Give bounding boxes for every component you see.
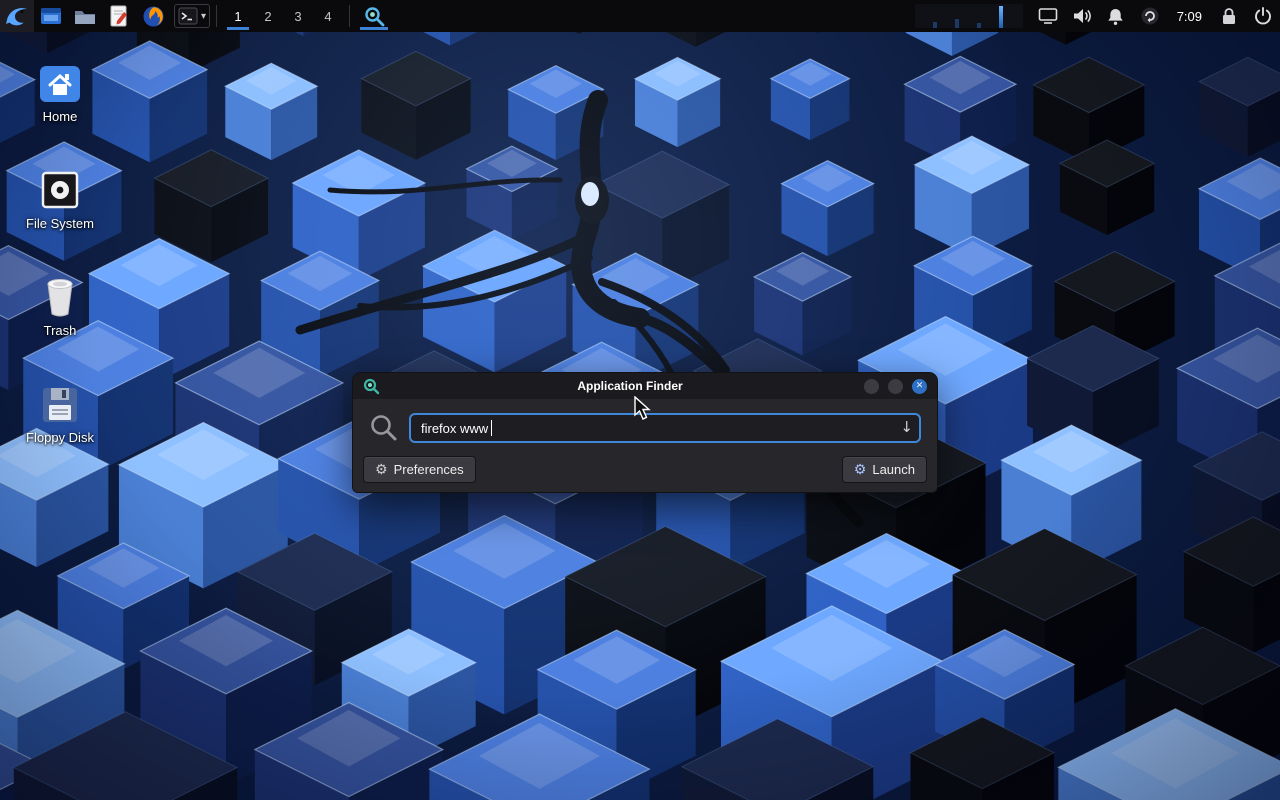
- launch-gear-icon: ⚙: [854, 463, 867, 477]
- window-title: Application Finder: [413, 379, 847, 393]
- desktop-icon-home[interactable]: Home: [8, 54, 112, 124]
- lock-icon: [1220, 6, 1238, 26]
- workspace-1[interactable]: 1: [223, 0, 253, 32]
- trash-icon: [8, 268, 112, 318]
- app-finder-window-icon: [363, 378, 380, 395]
- notifications-tray-icon[interactable]: [1099, 0, 1133, 32]
- mouse-cursor: [634, 396, 656, 420]
- text-editor-launcher[interactable]: [102, 0, 136, 32]
- clock[interactable]: 7:09: [1167, 9, 1212, 24]
- power-icon: [1253, 6, 1273, 26]
- display-icon: [1038, 7, 1058, 25]
- floppy-disk-icon: [8, 375, 112, 425]
- lock-tray-icon[interactable]: [1212, 0, 1246, 32]
- taskbar-application-finder[interactable]: [356, 0, 392, 32]
- terminal-icon: [178, 7, 198, 25]
- folder-icon: [74, 7, 96, 26]
- panel-separator: [349, 5, 350, 27]
- desktop-icon-label: File System: [8, 217, 112, 231]
- desktop-icon-label: Floppy Disk: [8, 431, 112, 445]
- maximize-button[interactable]: [888, 379, 903, 394]
- firefox-launcher[interactable]: [136, 0, 170, 32]
- folders-launcher[interactable]: [68, 0, 102, 32]
- launch-button[interactable]: ⚙ Launch: [842, 456, 927, 483]
- application-finder-window: Application Finder ✕ ↓ ⚙ Preferences: [352, 372, 938, 493]
- update-arrow-icon: [1140, 6, 1160, 26]
- panel-separator: [216, 5, 217, 27]
- desktop-icon-trash[interactable]: Trash: [8, 268, 112, 338]
- file-system-icon: [8, 161, 112, 211]
- workspace-2[interactable]: 2: [253, 0, 283, 32]
- launch-label: Launch: [872, 462, 915, 477]
- top-panel: ▾ 1 2 3 4: [0, 0, 1280, 32]
- kali-logo-icon: [4, 3, 30, 29]
- firefox-icon: [142, 5, 165, 28]
- application-finder-task-icon: [364, 6, 385, 27]
- volume-tray-icon[interactable]: [1065, 0, 1099, 32]
- file-manager-icon: [40, 6, 62, 26]
- search-icon: [369, 413, 399, 443]
- input-dropdown-arrow-icon[interactable]: ↓: [900, 418, 913, 436]
- preferences-label: Preferences: [394, 462, 464, 477]
- desktop-icon-floppy[interactable]: Floppy Disk: [8, 375, 112, 445]
- chevron-down-icon: ▾: [201, 11, 206, 22]
- updates-tray-icon[interactable]: [1133, 0, 1167, 32]
- workspace-4[interactable]: 4: [313, 0, 343, 32]
- display-tray-icon[interactable]: [1031, 0, 1065, 32]
- kali-menu-button[interactable]: [0, 0, 34, 32]
- speaker-icon: [1072, 7, 1092, 25]
- gear-icon: ⚙: [375, 463, 388, 477]
- desktop-icon-label: Trash: [8, 324, 112, 338]
- home-icon: [8, 54, 112, 104]
- desktop-icon-label: Home: [8, 110, 112, 124]
- desktop-icon-filesystem[interactable]: File System: [8, 161, 112, 231]
- search-input[interactable]: [409, 413, 921, 443]
- terminal-dropdown-launcher[interactable]: ▾: [174, 4, 210, 28]
- preferences-button[interactable]: ⚙ Preferences: [363, 456, 476, 483]
- minimize-button[interactable]: [864, 379, 879, 394]
- text-caret: [491, 420, 492, 436]
- logout-button[interactable]: [1246, 0, 1280, 32]
- text-editor-icon: [109, 5, 129, 27]
- system-load-graph[interactable]: [915, 4, 1023, 28]
- bell-icon: [1106, 7, 1125, 26]
- desktop: Home File System Trash Floppy Disk: [0, 0, 1280, 800]
- file-manager-launcher[interactable]: [34, 0, 68, 32]
- workspace-3[interactable]: 3: [283, 0, 313, 32]
- close-button[interactable]: ✕: [912, 379, 927, 394]
